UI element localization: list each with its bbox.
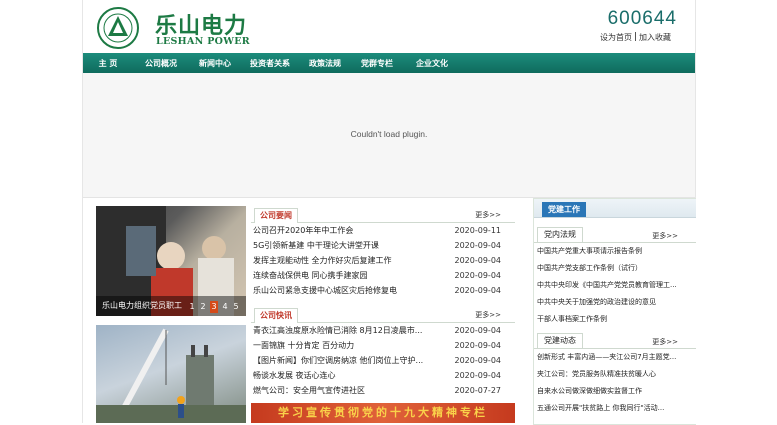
news-item[interactable]: 一面锦旗 十分肯定 百分动力 2020-09-04: [251, 338, 515, 353]
nav-company-profile[interactable]: 公司概况: [133, 58, 189, 69]
flash-news-photo[interactable]: [96, 325, 246, 423]
list-item[interactable]: 创新形式 丰富内涵——夹江公司7月主题党...: [534, 349, 691, 366]
brand-name-en: LESHAN POWER: [156, 36, 250, 47]
company-news-more-link[interactable]: 更多>>: [475, 210, 501, 220]
list-item[interactable]: 中国共产党重大事项请示报告条例: [534, 243, 691, 260]
news-title[interactable]: 一面锦旗 十分肯定 百分动力: [253, 338, 354, 353]
news-item[interactable]: 乐山公司紧急支援中心城区灾后抢修复电 2020-09-04: [251, 283, 515, 298]
news-date: 2020-07-27: [454, 386, 502, 395]
add-favorite-link[interactable]: 加入收藏: [639, 33, 671, 42]
nav-investor-relations[interactable]: 投资者关系: [241, 58, 299, 69]
site-header: 乐山电力 LESHAN POWER 600644 设为首页 加入收藏: [83, 0, 695, 52]
news-item[interactable]: 青衣江高浊度原水险情已消除 8月12日凌晨市... 2020-09-04: [251, 323, 515, 338]
regulations-more-link[interactable]: 更多>>: [652, 231, 678, 241]
news-item[interactable]: 公司召开2020年年中工作会 2020-09-11: [251, 223, 515, 238]
news-date: 2020-09-11: [454, 226, 502, 235]
news-slideshow[interactable]: 乐山电力组织党员职工 1 2 3 4 5: [96, 206, 246, 316]
news-date: 2020-09-04: [454, 241, 502, 250]
dynamics-more-link[interactable]: 更多>>: [652, 337, 678, 347]
slide-page-1[interactable]: 1: [188, 301, 196, 313]
dynamics-header: 党建动态 更多>>: [534, 332, 696, 349]
news-title[interactable]: 发挥主观能动性 全力作好灾后复建工作: [253, 253, 392, 268]
slideshow-caption-text: 乐山电力组织党员职工: [102, 301, 182, 310]
news-title[interactable]: 燃气公司：安全用气宣传进社区: [253, 383, 365, 398]
company-news-header: 公司要闻 更多>>: [251, 206, 515, 223]
list-item[interactable]: 自来水公司做深做细做实监督工作: [534, 383, 691, 400]
list-item[interactable]: 中共中央关于加强党的政治建设的意见: [534, 294, 691, 311]
slide-page-2[interactable]: 2: [199, 301, 207, 313]
nav-home[interactable]: 主 页: [83, 58, 133, 69]
news-item[interactable]: 连续奋战保供电 同心携手建家园 2020-09-04: [251, 268, 515, 283]
news-date: 2020-09-04: [454, 256, 502, 265]
list-item[interactable]: 夹江公司：党员服务队精准扶贫暖人心: [534, 366, 691, 383]
slide-page-3[interactable]: 3: [210, 301, 218, 313]
regulations-header: 党内法规 更多>>: [534, 226, 696, 243]
party-work-header: 党建工作: [534, 199, 696, 218]
link-divider: [635, 32, 636, 41]
news-title[interactable]: 5G引领新基建 中干理论大讲堂开课: [253, 238, 379, 253]
tab-party-regulations[interactable]: 党内法规: [537, 227, 583, 242]
news-date: 2020-09-04: [454, 271, 502, 280]
header-links: 设为首页 加入收藏: [600, 32, 671, 43]
news-title[interactable]: 畅谈水发展 夜话心连心: [253, 368, 336, 383]
page-frame: 乐山电力 LESHAN POWER 600644 设为首页 加入收藏 主 页 公司…: [82, 0, 696, 425]
news-date: 2020-09-04: [454, 326, 502, 335]
list-item[interactable]: 干部人事档案工作条例: [534, 311, 691, 328]
plugin-error-message: Couldn't load plugin.: [350, 129, 428, 139]
news-date: 2020-09-04: [454, 286, 502, 295]
slideshow-pager: 1 2 3 4 5: [188, 301, 240, 313]
party-study-banner[interactable]: 学习宣传贯彻党的十九大精神专栏: [251, 403, 515, 423]
news-date: 2020-09-04: [454, 371, 502, 380]
news-title[interactable]: 青衣江高浊度原水险情已消除 8月12日凌晨市...: [253, 323, 422, 338]
news-date: 2020-09-04: [454, 356, 502, 365]
company-news-section: 公司要闻 更多>> 公司召开2020年年中工作会 2020-09-11 5G引领新…: [251, 206, 515, 298]
plugin-placeholder: Couldn't load plugin.: [83, 73, 695, 198]
news-item[interactable]: 畅谈水发展 夜话心连心 2020-09-04: [251, 368, 515, 383]
tab-party-dynamics[interactable]: 党建动态: [537, 333, 583, 348]
company-flash-section: 公司快讯 更多>> 青衣江高浊度原水险情已消除 8月12日凌晨市... 2020-…: [251, 306, 515, 398]
company-flash-header: 公司快讯 更多>>: [251, 306, 515, 323]
party-work-sidebar: 党建工作 党内法规 更多>> 中国共产党重大事项请示报告条例 中国共产党支部工作…: [533, 198, 696, 425]
crane-photo: [96, 328, 246, 423]
tab-party-work[interactable]: 党建工作: [542, 202, 586, 217]
tab-company-news[interactable]: 公司要闻: [254, 208, 298, 223]
news-item[interactable]: 5G引领新基建 中干理论大讲堂开课 2020-09-04: [251, 238, 515, 253]
news-item[interactable]: 发挥主观能动性 全力作好灾后复建工作 2020-09-04: [251, 253, 515, 268]
company-flash-more-link[interactable]: 更多>>: [475, 310, 501, 320]
nav-policies[interactable]: 政策法规: [299, 58, 351, 69]
slide-page-5[interactable]: 5: [232, 301, 240, 313]
news-title[interactable]: 【图片新闻】你们空调房纳凉 他们岗位上守护...: [253, 353, 423, 368]
news-date: 2020-09-04: [454, 341, 502, 350]
slide-page-4[interactable]: 4: [221, 301, 229, 313]
company-emblem-icon[interactable]: [96, 6, 140, 50]
nav-party-column[interactable]: 党群专栏: [351, 58, 403, 69]
stock-code: 600644: [607, 8, 677, 29]
set-home-link[interactable]: 设为首页: [600, 33, 632, 42]
news-title[interactable]: 连续奋战保供电 同心携手建家园: [253, 268, 368, 283]
news-title[interactable]: 公司召开2020年年中工作会: [253, 223, 353, 238]
tab-company-flash[interactable]: 公司快讯: [254, 308, 298, 323]
main-nav: 主 页 公司概况 新闻中心 投资者关系 政策法规 党群专栏 企业文化: [83, 53, 695, 73]
list-item[interactable]: 五通公司开展"扶贫路上 你我同行"活动...: [534, 400, 691, 417]
news-title[interactable]: 乐山公司紧急支援中心城区灾后抢修复电: [253, 283, 397, 298]
list-item[interactable]: 中国共产党支部工作条例（试行）: [534, 260, 691, 277]
news-item[interactable]: 【图片新闻】你们空调房纳凉 他们岗位上守护... 2020-09-04: [251, 353, 515, 368]
news-item[interactable]: 燃气公司：安全用气宣传进社区 2020-07-27: [251, 383, 515, 398]
nav-corporate-culture[interactable]: 企业文化: [403, 58, 461, 69]
list-item[interactable]: 中共中央印发《中国共产党党员教育管理工...: [534, 277, 691, 294]
nav-news-center[interactable]: 新闻中心: [189, 58, 241, 69]
